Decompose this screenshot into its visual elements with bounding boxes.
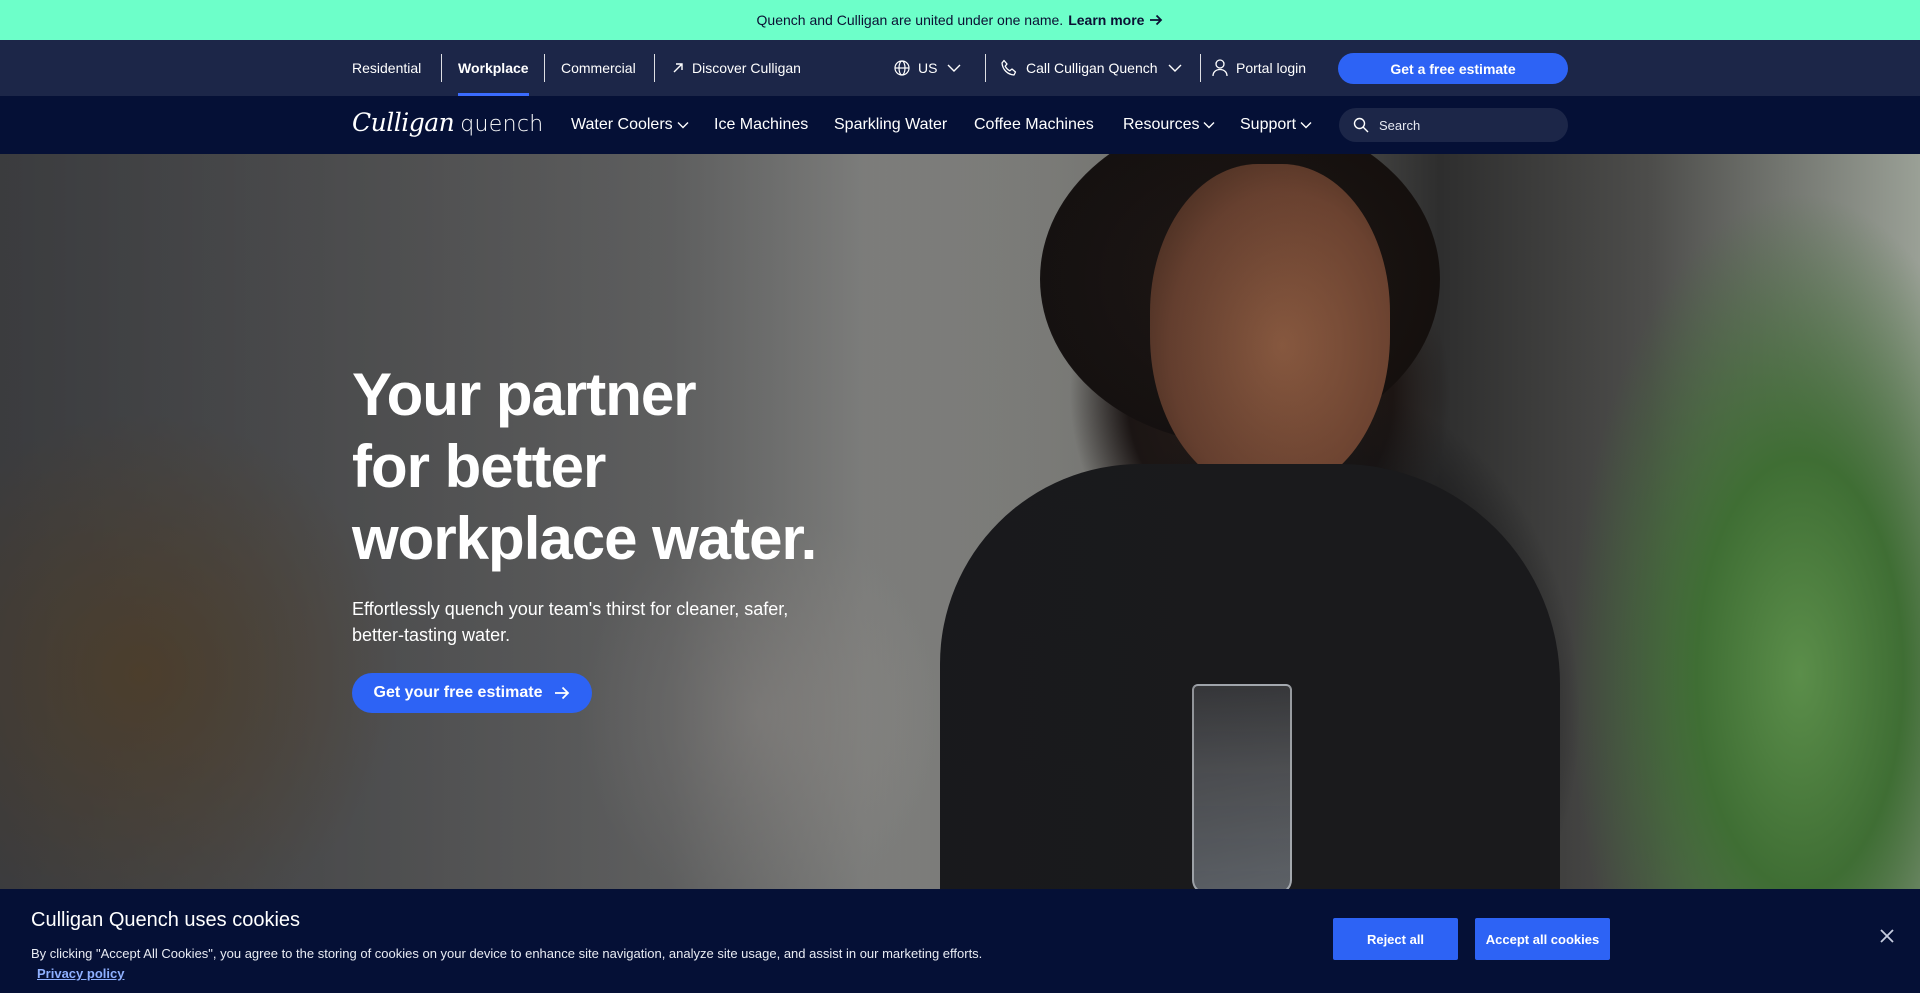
reject-all-button[interactable]: Reject all (1333, 918, 1458, 960)
hero-cta-label: Get your free estimate (373, 684, 543, 701)
region-label: US (918, 60, 938, 76)
utility-divider (441, 54, 442, 82)
nav-support[interactable]: Support (1240, 96, 1312, 154)
search-icon (1353, 117, 1369, 133)
utility-divider (985, 54, 986, 82)
nav-sparkling-water-label: Sparkling Water (834, 116, 948, 133)
chevron-down-icon (1203, 122, 1215, 129)
main-navigation: Culligan quench Water Coolers Ice Machin… (0, 96, 1920, 154)
search-input[interactable] (1379, 117, 1549, 133)
segment-commercial[interactable]: Commercial (561, 40, 636, 96)
hero-overlay (0, 154, 1920, 889)
hero-title-line: workplace water. (352, 505, 817, 572)
search-box[interactable] (1339, 108, 1568, 142)
culligan-quench-logo[interactable]: Culligan quench (352, 108, 543, 140)
cookie-description: By clicking "Accept All Cookies", you ag… (31, 946, 983, 961)
hero-subtitle: Effortlessly quench your team's thirst f… (352, 599, 789, 645)
cookie-banner: Culligan Quench uses cookies By clicking… (0, 889, 1920, 993)
call-selector[interactable]: Call Culligan Quench (1000, 40, 1182, 96)
chevron-down-icon (947, 64, 961, 72)
announcement-bar: Quench and Culligan are united under one… (0, 0, 1920, 40)
nav-resources-label: Resources (1123, 116, 1200, 133)
logo-secondary: quench (460, 112, 544, 137)
portal-login-link[interactable]: Portal login (1212, 40, 1306, 96)
arrow-right-icon (555, 686, 570, 700)
segment-workplace-label: Workplace (458, 60, 529, 76)
portal-login-label: Portal login (1236, 60, 1307, 76)
chevron-down-icon (677, 122, 689, 129)
nav-ice-machines[interactable]: Ice Machines (714, 96, 808, 154)
utility-divider (544, 54, 545, 82)
globe-icon (894, 60, 910, 76)
get-free-estimate-button[interactable]: Get a free estimate (1338, 53, 1568, 84)
cookie-title: Culligan Quench uses cookies (31, 909, 301, 931)
learn-more-label: Learn more (1068, 12, 1145, 28)
utility-divider (1200, 54, 1201, 82)
utility-bar: Residential Workplace Commercial Discove… (0, 40, 1920, 96)
segment-commercial-label: Commercial (561, 60, 636, 76)
region-selector[interactable]: US (894, 40, 961, 96)
segment-residential[interactable]: Residential (352, 40, 421, 96)
segment-residential-label: Residential (352, 60, 422, 76)
phone-icon (1001, 59, 1017, 76)
user-icon (1212, 59, 1228, 77)
hero-title: Your partner for better workplace water. (352, 359, 952, 575)
close-icon[interactable] (1878, 927, 1896, 945)
nav-sparkling-water[interactable]: Sparkling Water (834, 96, 947, 154)
discover-culligan-link[interactable]: Discover Culligan (672, 40, 801, 96)
learn-more-link[interactable]: Learn more (1068, 12, 1163, 28)
arrow-up-right-icon (673, 63, 683, 73)
discover-culligan-label: Discover Culligan (692, 60, 801, 76)
privacy-policy-link[interactable]: Privacy policy (37, 966, 124, 981)
call-label: Call Culligan Quench (1026, 60, 1158, 76)
hero-section: Your partner for better workplace water.… (0, 154, 1920, 889)
nav-resources[interactable]: Resources (1123, 96, 1215, 154)
arrow-right-icon (1150, 14, 1163, 26)
nav-coffee-machines[interactable]: Coffee Machines (974, 96, 1094, 154)
hero-title-line: for better (352, 433, 606, 500)
nav-ice-machines-label: Ice Machines (714, 116, 809, 133)
chevron-down-icon (1300, 122, 1312, 129)
announcement-text: Quench and Culligan are united under one… (756, 12, 1064, 28)
get-your-free-estimate-button[interactable]: Get your free estimate (352, 673, 592, 713)
accept-all-cookies-button[interactable]: Accept all cookies (1475, 918, 1610, 960)
nav-water-coolers-label: Water Coolers (571, 116, 673, 133)
utility-divider (654, 54, 655, 82)
logo-primary: Culligan (352, 108, 455, 137)
hero-title-line: Your partner (352, 361, 697, 428)
nav-water-coolers[interactable]: Water Coolers (571, 96, 689, 154)
nav-coffee-machines-label: Coffee Machines (974, 116, 1094, 133)
segment-workplace[interactable]: Workplace (458, 40, 529, 96)
chevron-down-icon (1168, 64, 1182, 72)
nav-support-label: Support (1240, 116, 1297, 133)
